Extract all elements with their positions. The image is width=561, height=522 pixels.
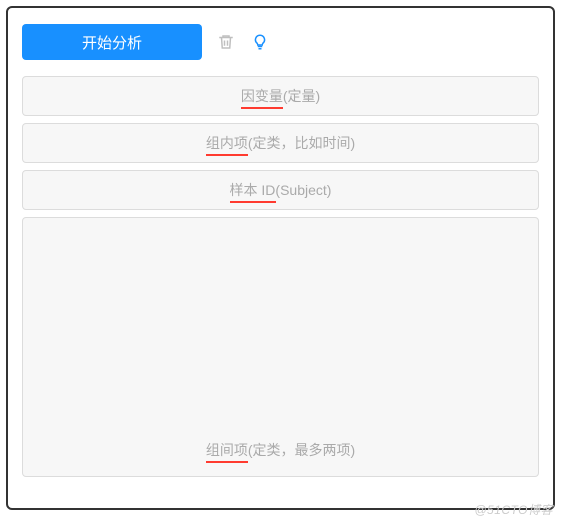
between-group-label: 组间项(定类，最多两项) bbox=[206, 440, 355, 460]
lightbulb-icon[interactable] bbox=[250, 32, 270, 52]
subject-id-label: 样本 ID(Subject) bbox=[230, 180, 332, 200]
within-group-dropzone[interactable]: 组内项(定类，比如时间) bbox=[22, 123, 539, 163]
toolbar: 开始分析 bbox=[22, 24, 539, 60]
analysis-panel: 开始分析 因变量(定量) 组内项(定类，比如时间) bbox=[6, 6, 555, 510]
start-analysis-button[interactable]: 开始分析 bbox=[22, 24, 202, 60]
dependent-variable-label: 因变量(定量) bbox=[241, 86, 320, 106]
watermark-text: @51CTO博客 bbox=[474, 501, 553, 518]
within-group-label: 组内项(定类，比如时间) bbox=[206, 133, 355, 153]
subject-id-dropzone[interactable]: 样本 ID(Subject) bbox=[22, 170, 539, 210]
between-group-dropzone[interactable]: 组间项(定类，最多两项) bbox=[22, 217, 539, 477]
dependent-variable-dropzone[interactable]: 因变量(定量) bbox=[22, 76, 539, 116]
delete-icon[interactable] bbox=[216, 32, 236, 52]
